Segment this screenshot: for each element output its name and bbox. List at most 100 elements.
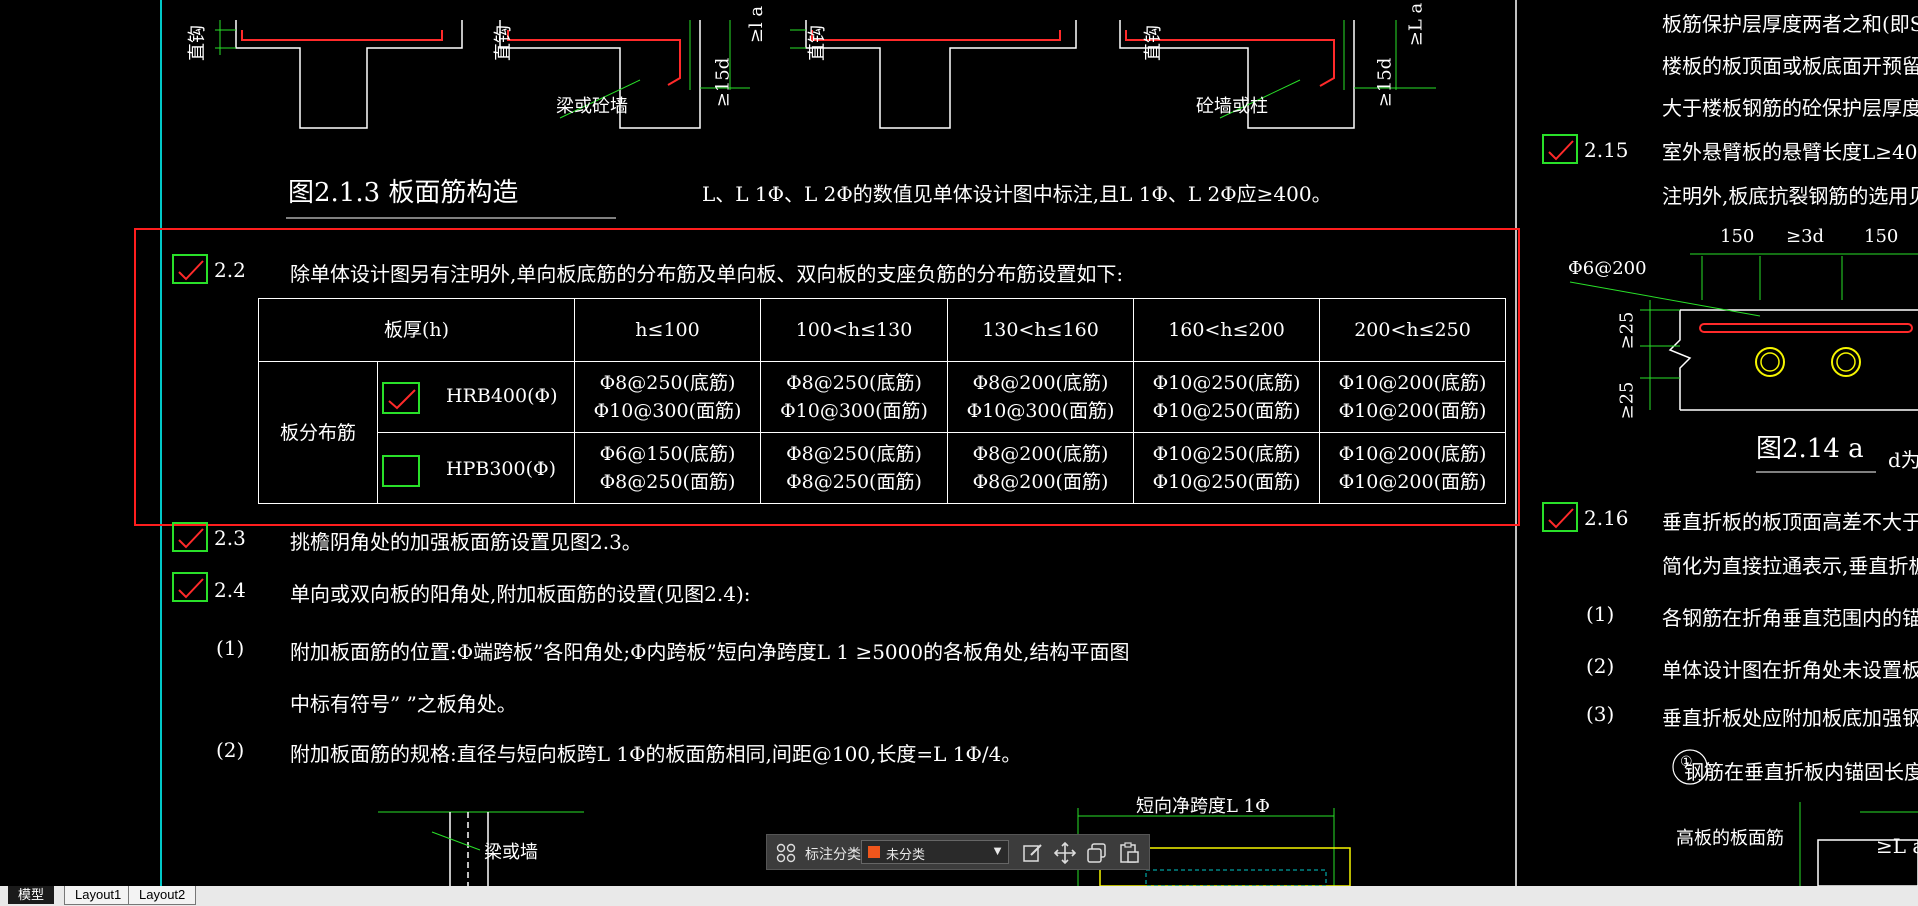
dim-150-a: 150 [1720,226,1755,247]
row-label-hrb400: HRB400(Φ) [377,361,575,433]
cell-line: Φ10@250(面筋) [1152,400,1301,422]
subitem-num-1: (1) [216,636,245,660]
cell-line: Φ10@200(面筋) [1338,471,1487,493]
right-line-2: 楼板的板顶面或板底面开预留线槽时 [1662,54,1918,78]
tab-layout2[interactable]: Layout2 [128,886,197,905]
checkbox-2-3[interactable] [172,522,208,552]
column-header: 100<h≤130 [760,298,948,362]
cell-line: Φ8@250(底筋) [786,372,922,394]
cell-line: Φ10@300(面筋) [966,400,1115,422]
checkbox-hpb300[interactable] [382,455,420,487]
tab-layout1[interactable]: Layout1 [64,886,133,905]
dim-25-a: ≥25 [1616,311,1638,350]
subitem-text-1: 附加板面筋的位置:Φ端跨板”各阳角处;Φ内跨板”短向净跨度L 1 ≥5000的各… [290,640,1130,664]
edit-icon[interactable] [1021,841,1047,865]
dim-phi6: Φ6@200 [1568,258,1647,279]
item-text-2-15b: 注明外,板底抗裂钢筋的选用见第2.2 [1662,184,1918,208]
item-num-2-4: 2.4 [214,578,246,602]
table-row: HPB300(Φ) Φ6@150(底筋) Φ8@250(面筋) Φ8@250(底筋… [259,432,1506,504]
check-icon [1548,508,1574,529]
table-cell: Φ8@200(底筋) Φ10@300(面筋) [947,361,1134,433]
dim-la-2: ≥L a [1405,2,1427,47]
fig-note: L、L 1Φ、L 2Φ的数值见单体设计图中标注,且L 1Φ、L 2Φ应≥400。 [702,182,1332,206]
move-icon[interactable] [1053,841,1079,865]
tab-model[interactable]: 模型 [8,886,55,904]
item-text-2-4: 单向或双向板的阳角处,附加板面筋的设置(见图2.4): [290,582,751,606]
cell-line: Φ8@200(面筋) [972,471,1109,493]
label-concrete-wall: 砼墙或柱 [1196,96,1268,117]
check-icon [178,528,204,549]
right-sub-num-2: (2) [1586,654,1615,678]
right-bottom-dim: ≥L a [1876,834,1918,858]
right-circ-text: 钢筋在垂直折板内锚固长度应为L [1684,760,1918,784]
check-icon [178,578,204,599]
fig-suffix: d为 [1888,448,1918,472]
category-label: 标注分类 [805,846,861,862]
check-icon [178,260,204,281]
table-cell: Φ10@200(底筋) Φ10@200(面筋) [1319,432,1506,504]
right-sub-text-3: 垂直折板处应附加板底加强钢筋,加强 [1662,706,1918,730]
cell-line: Φ10@300(面筋) [780,400,928,422]
right-sub-text-1: 各钢筋在折角垂直范围内的锚固长度 [1662,606,1918,630]
item-num-2-2: 2.2 [214,258,246,282]
cell-line: Φ10@300(面筋) [593,400,742,422]
label-beam-or-wall: 梁或墙 [484,842,538,863]
subitem-text-2: 附加板面筋的规格:直径与短向板跨L 1Φ的板面筋相同,间距@100,长度=L 1… [290,742,1022,766]
cell-line: Φ8@200(底筋) [972,443,1109,465]
label-zhijin-1: 直钩 [187,25,208,61]
drawing-canvas[interactable]: 直钩 直钩 直钩 直钩 梁或砼墙 砼墙或柱 ≥15d ≥15d ≥l a ≥L … [0,0,1918,886]
cell-line: Φ8@200(底筋) [972,372,1109,394]
subitem-num-2: (2) [216,738,245,762]
dim-25-b: ≥25 [1616,381,1638,420]
chevron-down-icon: ▼ [991,843,1004,858]
cell-line: Φ10@250(面筋) [1152,471,1301,493]
item-num-2-15: 2.15 [1584,138,1629,162]
right-line-1: 板筋保护层厚度两者之和(即S>t+ [1662,12,1918,36]
checkbox-hrb400[interactable] [382,382,420,414]
category-color-swatch [868,846,880,858]
category-value: 未分类 [886,847,926,862]
checkbox-2-4[interactable] [172,572,208,602]
column-header: 130<h≤160 [947,298,1134,362]
grid-icon[interactable] [775,842,797,864]
label-short-span: 短向净跨度L 1Φ [1136,796,1270,817]
distribution-rebar-table: 板厚(h) h≤100 100<h≤130 130<h≤160 160<h≤20… [258,298,1506,504]
row-label-text: HRB400(Φ) [446,385,558,407]
fig-title-2-14a: 图2.14 a [1756,434,1864,464]
checkbox-2-15[interactable] [1542,134,1578,164]
table-cell: Φ6@150(底筋) Φ8@250(面筋) [574,432,761,504]
cell-line: Φ6@150(底筋) [599,443,736,465]
dim-la-1: ≥l a [746,5,768,44]
table-cell: Φ8@250(底筋) Φ10@300(面筋) [574,361,761,433]
item-text-2-15: 室外悬臂板的悬臂长度L≥400、且 [1662,140,1918,164]
table-row: 板分布筋 HRB400(Φ) Φ8@250(底筋) Φ10@300(面筋) Φ8@… [258,361,1506,504]
paste-icon[interactable] [1117,841,1143,865]
item-text-2-2: 除单体设计图另有注明外,单向板底筋的分布筋及单向板、双向板的支座负筋的分布筋设置… [290,262,1124,286]
right-bottom-label: 高板的板面筋 [1676,828,1784,849]
copy-icon[interactable] [1085,841,1111,865]
item-text-2-16b: 简化为直接拉通表示,垂直折板处构造 [1662,554,1918,578]
check-icon [1548,140,1574,161]
label-zhijin-4: 直钩 [1143,25,1164,61]
cell-line: Φ8@250(底筋) [599,372,736,394]
dim-15d-2: ≥15d [1374,57,1396,108]
label-zhijin-3: 直钩 [807,25,828,61]
table-cell: Φ10@250(底筋) Φ10@250(面筋) [1133,432,1320,504]
checkbox-2-16[interactable] [1542,502,1578,532]
category-select[interactable]: 未分类 ▼ [861,840,1009,864]
label-zhijin-2: 直钩 [493,25,514,61]
row-label-hpb300: HPB300(Φ) [377,432,575,504]
column-header: h≤100 [574,298,761,362]
table-header-row: 板厚(h) h≤100 100<h≤130 130<h≤160 160<h≤20… [258,298,1506,362]
right-sub-text-2: 单体设计图在折角处未设置板面钢筋 [1662,658,1918,682]
cell-line: Φ10@200(面筋) [1338,400,1487,422]
item-num-2-3: 2.3 [214,526,246,550]
subitem-text-1b: 中标有符号” ”之板角处。 [290,692,517,716]
right-sub-num-1: (1) [1586,602,1615,626]
item-text-2-3: 挑檐阴角处的加强板面筋设置见图2.3。 [290,530,642,554]
table-cell: Φ10@200(底筋) Φ10@200(面筋) [1319,361,1506,433]
cell-line: Φ8@250(面筋) [599,471,736,493]
annotation-toolbar: 标注分类 未分类 ▼ [766,834,1150,870]
checkbox-2-2[interactable] [172,254,208,284]
dim-150-b: 150 [1864,226,1899,247]
